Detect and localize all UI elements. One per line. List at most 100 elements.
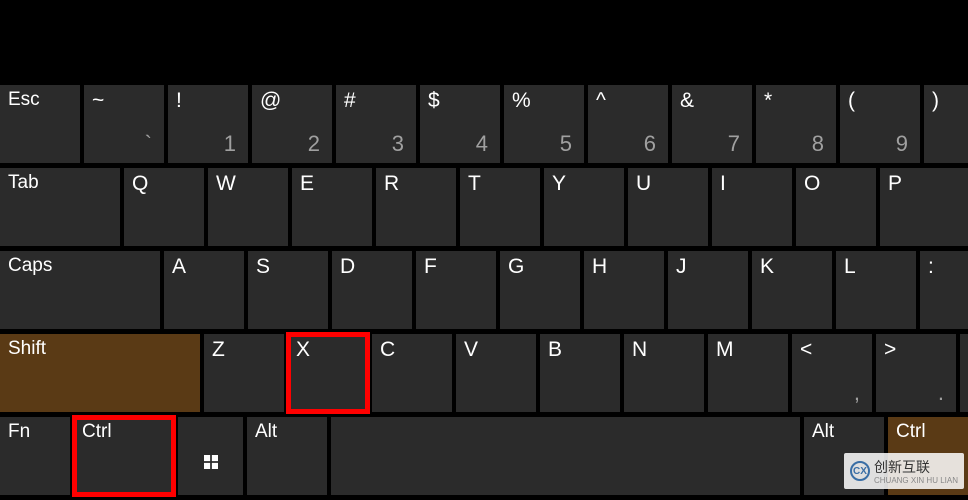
key-label: E (300, 172, 314, 196)
key-colon[interactable]: : (920, 251, 968, 329)
key-label-upper: ! (176, 89, 182, 113)
key-label: Alt (255, 421, 277, 443)
key-label: Z (212, 338, 225, 362)
key-label: Tab (8, 172, 39, 194)
keyboard-row-2: Tab Q W E R T Y U I O P (0, 168, 968, 246)
key-label: B (548, 338, 562, 362)
key-label: L (844, 255, 856, 279)
key-label: Y (552, 172, 566, 196)
key-j[interactable]: J (668, 251, 748, 329)
key-label: H (592, 255, 607, 279)
key-2[interactable]: @2 (252, 85, 332, 163)
keyboard-row-5: Fn Ctrl Alt Alt Ctrl (0, 417, 968, 495)
key-label: O (804, 172, 820, 196)
key-label: V (464, 338, 478, 362)
key-period[interactable]: >. (876, 334, 956, 412)
key-tab[interactable]: Tab (0, 168, 120, 246)
key-f[interactable]: F (416, 251, 496, 329)
key-m[interactable]: M (708, 334, 788, 412)
key-o[interactable]: O (796, 168, 876, 246)
key-c[interactable]: C (372, 334, 452, 412)
key-u[interactable]: U (628, 168, 708, 246)
key-y[interactable]: Y (544, 168, 624, 246)
key-9[interactable]: (9 (840, 85, 920, 163)
key-label-upper: # (344, 89, 356, 113)
key-h[interactable]: H (584, 251, 664, 329)
key-label: R (384, 172, 399, 196)
key-4[interactable]: $4 (420, 85, 500, 163)
key-label: F (424, 255, 437, 279)
key-w[interactable]: W (208, 168, 288, 246)
watermark-brand: 创新互联 (874, 459, 930, 475)
key-slash[interactable] (960, 334, 968, 412)
key-label-upper: ^ (596, 89, 606, 113)
key-q[interactable]: Q (124, 168, 204, 246)
key-label-upper: ( (848, 89, 855, 113)
key-label: Caps (8, 255, 52, 277)
key-v[interactable]: V (456, 334, 536, 412)
key-label-lower: 8 (812, 131, 824, 157)
key-label-upper: > (884, 338, 896, 362)
key-ctrl-left[interactable]: Ctrl (74, 417, 174, 495)
keyboard-row-3: Caps A S D F G H J K L : (0, 251, 968, 329)
key-label: A (172, 255, 186, 279)
key-d[interactable]: D (332, 251, 412, 329)
key-label: T (468, 172, 481, 196)
key-alt-left[interactable]: Alt (247, 417, 327, 495)
watermark-logo-icon: CX (850, 461, 870, 481)
key-i[interactable]: I (712, 168, 792, 246)
key-n[interactable]: N (624, 334, 704, 412)
key-label-lower: 4 (476, 131, 488, 157)
key-label-lower: 1 (224, 131, 236, 157)
key-b[interactable]: B (540, 334, 620, 412)
key-label: Esc (8, 89, 40, 111)
key-label-lower: . (938, 380, 944, 406)
key-7[interactable]: &7 (672, 85, 752, 163)
key-label-lower: 7 (728, 131, 740, 157)
key-8[interactable]: *8 (756, 85, 836, 163)
key-caps[interactable]: Caps (0, 251, 160, 329)
key-label: J (676, 255, 687, 279)
watermark-sub: CHUANG XIN HU LIAN (874, 477, 958, 485)
key-label: Ctrl (82, 421, 112, 443)
key-label-upper: & (680, 89, 694, 113)
key-label-lower: 9 (896, 131, 908, 157)
windows-icon (178, 417, 243, 495)
key-label: G (508, 255, 524, 279)
key-backtick[interactable]: ~` (84, 85, 164, 163)
key-label-upper: < (800, 338, 812, 362)
key-0[interactable]: ) (924, 85, 968, 163)
key-r[interactable]: R (376, 168, 456, 246)
key-label: P (888, 172, 902, 196)
keyboard-row-1: Esc ~` !1 @2 #3 $4 %5 ^6 &7 *8 (9 ) (0, 85, 968, 163)
key-label-lower: ` (145, 131, 152, 157)
key-label: I (720, 172, 726, 196)
key-g[interactable]: G (500, 251, 580, 329)
key-label-lower: 2 (308, 131, 320, 157)
key-6[interactable]: ^6 (588, 85, 668, 163)
key-esc[interactable]: Esc (0, 85, 80, 163)
key-t[interactable]: T (460, 168, 540, 246)
key-5[interactable]: %5 (504, 85, 584, 163)
key-l[interactable]: L (836, 251, 916, 329)
key-3[interactable]: #3 (336, 85, 416, 163)
key-label-upper: ~ (92, 89, 104, 113)
key-shift[interactable]: Shift (0, 334, 200, 412)
key-1[interactable]: !1 (168, 85, 248, 163)
key-x[interactable]: X (288, 334, 368, 412)
key-p[interactable]: P (880, 168, 968, 246)
key-s[interactable]: S (248, 251, 328, 329)
key-label: S (256, 255, 270, 279)
key-space[interactable] (331, 417, 800, 495)
key-a[interactable]: A (164, 251, 244, 329)
key-comma[interactable]: <, (792, 334, 872, 412)
key-k[interactable]: K (752, 251, 832, 329)
window-titlebar (0, 0, 968, 85)
key-fn[interactable]: Fn (0, 417, 70, 495)
key-label: N (632, 338, 647, 362)
key-label: : (928, 255, 934, 279)
key-windows[interactable] (178, 417, 243, 495)
key-label: Alt (812, 421, 834, 443)
key-e[interactable]: E (292, 168, 372, 246)
key-z[interactable]: Z (204, 334, 284, 412)
